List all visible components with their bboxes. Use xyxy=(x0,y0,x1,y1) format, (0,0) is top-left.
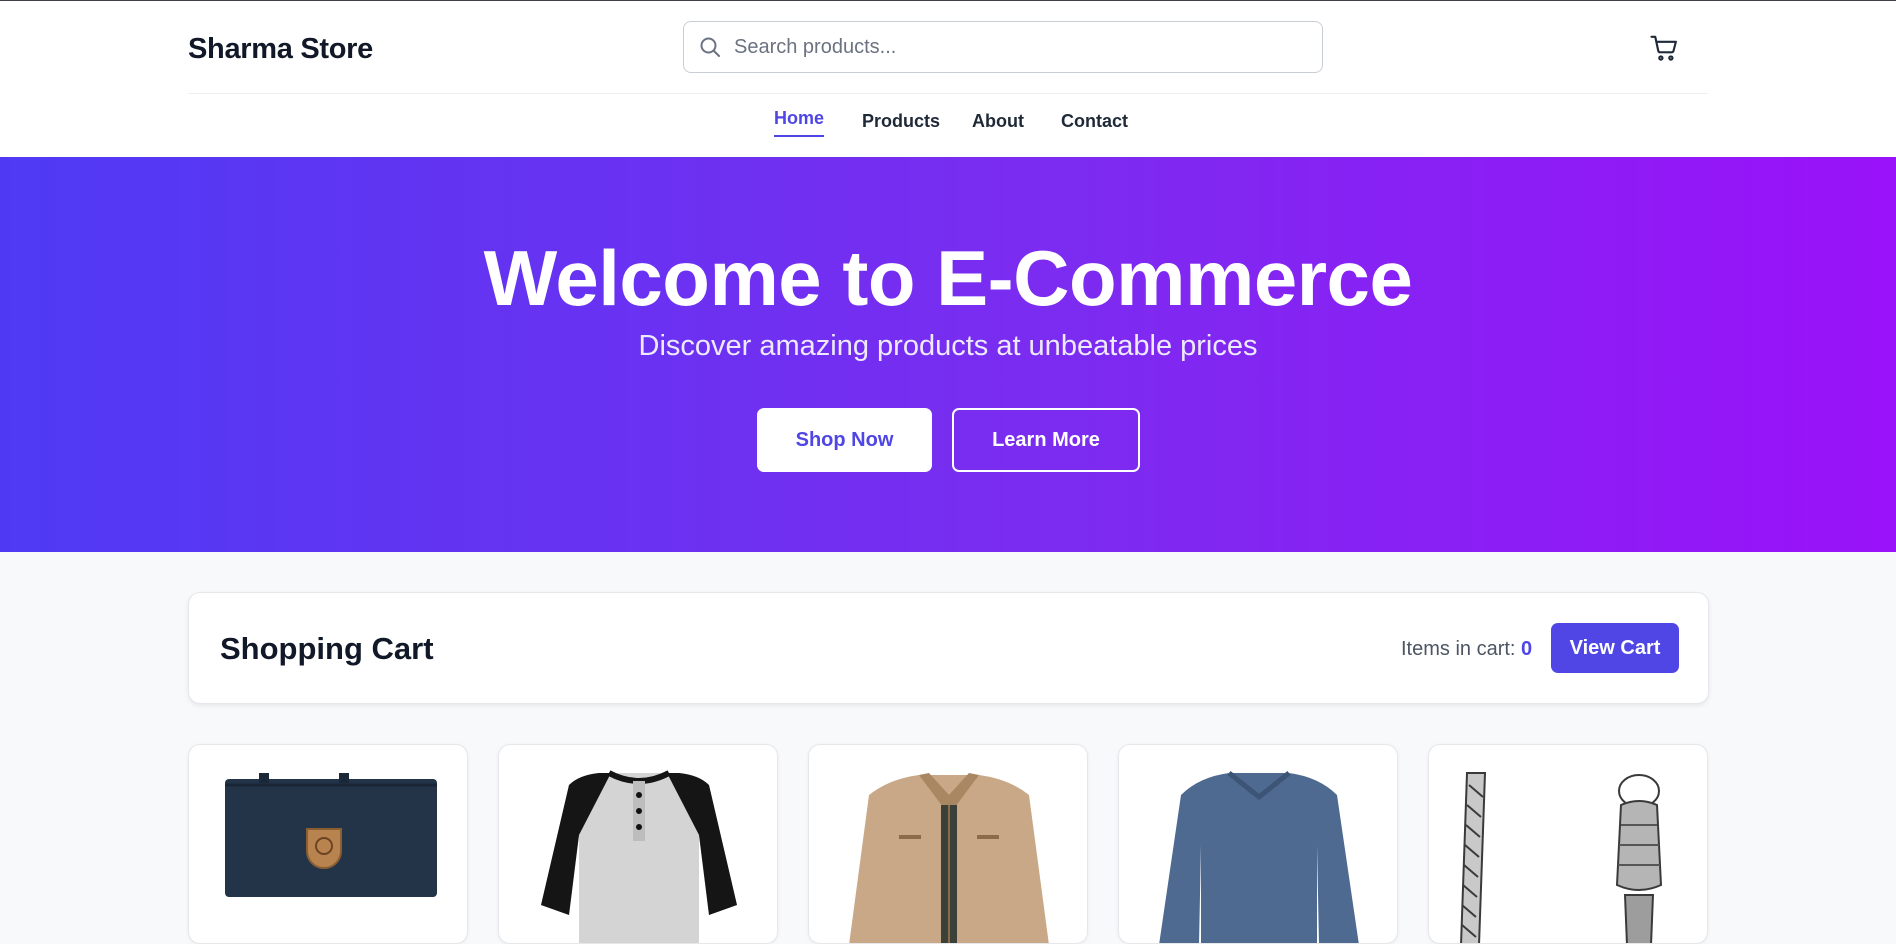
blue-long-sleeve-tee-image xyxy=(1159,771,1359,943)
product-card[interactable] xyxy=(188,744,468,944)
nav-item-contact[interactable]: Contact xyxy=(1061,111,1128,138)
hero-title: Welcome to E-Commerce xyxy=(483,234,1413,322)
product-card[interactable] xyxy=(1118,744,1398,944)
tan-jacket-image xyxy=(849,773,1049,943)
raglan-henley-shirt-image xyxy=(541,770,737,943)
cart-count-label: Items in cart: xyxy=(1401,638,1516,660)
shopping-cart-icon[interactable] xyxy=(1649,33,1679,63)
hero-subtitle: Discover amazing products at unbeatable … xyxy=(638,330,1258,362)
brand-logo[interactable]: Sharma Store xyxy=(188,33,373,66)
nav-item-home[interactable]: Home xyxy=(774,108,825,137)
product-card[interactable] xyxy=(808,744,1088,944)
cart-count-value: 0 xyxy=(1521,638,1533,660)
product-card[interactable] xyxy=(1428,744,1708,944)
search-input[interactable] xyxy=(734,35,1294,59)
shop-now-button[interactable]: Shop Now xyxy=(757,408,932,472)
product-card[interactable] xyxy=(498,744,778,944)
nav-item-about[interactable]: About xyxy=(972,111,1024,138)
cart-item-count: Items in cart: 0 xyxy=(1401,638,1532,661)
navy-backpack-image xyxy=(225,773,437,897)
header-divider xyxy=(188,93,1708,94)
main-nav: Home Products About Contact xyxy=(0,108,1896,151)
cart-title: Shopping Cart xyxy=(220,631,434,666)
hero-banner: Welcome to E-Commerce Discover amazing p… xyxy=(0,157,1896,552)
search-icon xyxy=(700,37,720,57)
nav-item-products[interactable]: Products xyxy=(862,111,940,138)
learn-more-button[interactable]: Learn More xyxy=(952,408,1140,472)
view-cart-button[interactable]: View Cart xyxy=(1551,623,1679,673)
silver-chain-bracelet-image xyxy=(1460,772,1663,943)
search-bar[interactable] xyxy=(683,21,1323,73)
shopping-cart-panel: Shopping Cart Items in cart: 0 View Cart xyxy=(188,592,1709,704)
site-header: Sharma Store Home Products About Contact xyxy=(0,1,1896,157)
